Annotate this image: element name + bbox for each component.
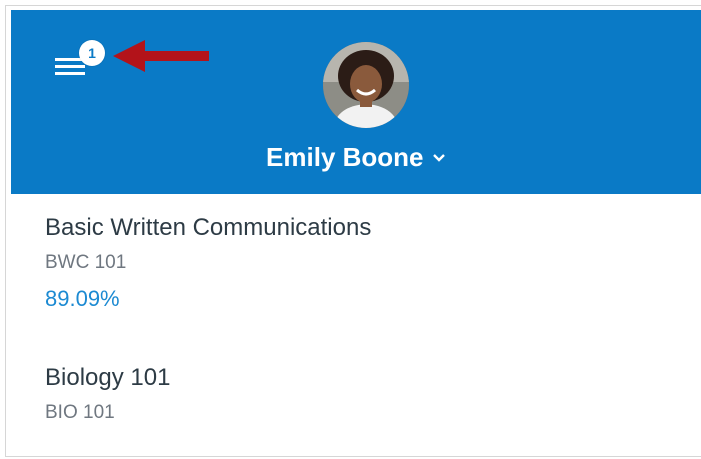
profile-header: 1 Emily Boone — [11, 10, 701, 194]
course-grade: 89.09% — [45, 286, 120, 311]
course-title: Basic Written Communications — [45, 214, 372, 241]
user-switcher[interactable]: Emily Boone — [11, 142, 701, 173]
chevron-down-icon — [433, 153, 445, 162]
course-title: Biology 101 — [45, 364, 171, 391]
course-card[interactable]: Biology 101 BIO 101 — [45, 364, 170, 424]
notification-badge: 1 — [79, 40, 105, 66]
annotation-arrow — [113, 40, 209, 72]
course-code: BWC 101 — [45, 252, 127, 273]
user-name: Emily Boone — [266, 142, 424, 172]
course-card[interactable]: Basic Written Communications BWC 101 89.… — [45, 214, 371, 312]
course-code: BIO 101 — [45, 402, 115, 423]
avatar[interactable] — [323, 42, 409, 128]
menu-button[interactable]: 1 — [55, 40, 111, 82]
avatar-photo — [323, 42, 409, 128]
